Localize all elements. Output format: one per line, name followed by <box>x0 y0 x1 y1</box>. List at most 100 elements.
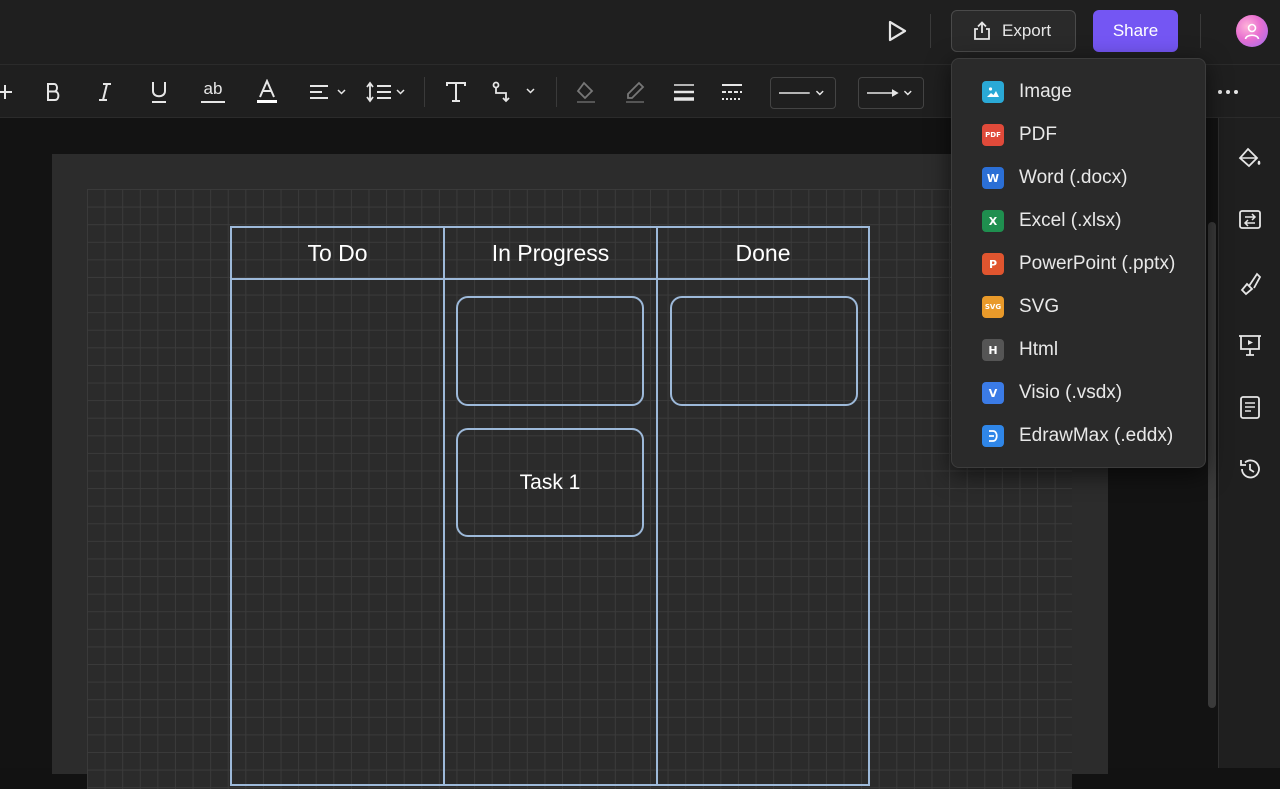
presentation-panel-button[interactable] <box>1235 330 1265 360</box>
paint-bucket-icon <box>1238 147 1261 168</box>
history-icon <box>1240 459 1260 479</box>
powerpoint-icon: P <box>982 253 1004 275</box>
brush-icon <box>1240 272 1262 296</box>
arrange-panel-button[interactable] <box>1235 206 1265 236</box>
menu-item-label: Word (.docx) <box>1019 167 1128 188</box>
add-button[interactable] <box>0 75 16 109</box>
paint-bucket-icon <box>576 81 595 103</box>
export-option-word[interactable]: W Word (.docx) <box>952 157 1207 199</box>
dash-style-icon <box>722 84 742 100</box>
column-title: Done <box>735 239 791 266</box>
divider <box>1200 14 1201 48</box>
line-spacing-icon <box>366 81 405 103</box>
italic-icon <box>99 83 111 101</box>
presentation-icon <box>1239 335 1261 356</box>
menu-item-label: Excel (.xlsx) <box>1019 210 1122 231</box>
export-menu: Image PDF PDF W Word (.docx) X Excel (.x… <box>951 58 1206 468</box>
page-properties-button[interactable] <box>1235 392 1265 422</box>
export-option-edrawmax[interactable]: EdrawMax (.eddx) <box>952 415 1207 457</box>
html-icon: H <box>982 339 1004 361</box>
menu-item-label: Html <box>1019 339 1059 360</box>
kanban-board[interactable]: To Do In Progress Done Task 1 <box>230 226 870 786</box>
export-option-excel[interactable]: X Excel (.xlsx) <box>952 200 1207 242</box>
menu-item-label: Visio (.vsdx) <box>1019 382 1123 403</box>
task-card[interactable] <box>456 296 644 406</box>
divider <box>424 77 425 107</box>
vertical-scrollbar[interactable] <box>1208 222 1216 708</box>
top-bar: Export Share <box>0 0 1280 64</box>
divider <box>556 77 557 107</box>
text-tool-button[interactable] <box>442 75 470 109</box>
text-align-dropdown[interactable] <box>306 75 350 109</box>
fill-color-button[interactable] <box>572 75 600 109</box>
column-title: In Progress <box>491 239 610 266</box>
underline-icon <box>152 82 166 103</box>
font-color-button[interactable] <box>253 75 281 109</box>
share-button-label: Share <box>1112 21 1159 40</box>
excel-icon: X <box>982 210 1004 232</box>
column-title: To Do <box>307 239 368 266</box>
user-icon <box>1244 23 1260 40</box>
export-option-visio[interactable]: V Visio (.vsdx) <box>952 372 1207 414</box>
export-icon <box>974 21 990 40</box>
image-icon <box>982 81 1004 103</box>
column-header-done[interactable]: Done <box>658 228 868 280</box>
task-card[interactable] <box>670 296 858 406</box>
more-icon <box>1218 90 1238 94</box>
underline-button[interactable] <box>146 75 172 109</box>
export-option-powerpoint[interactable]: P PowerPoint (.pptx) <box>952 243 1207 285</box>
line-weight-button[interactable] <box>670 75 698 109</box>
arrange-icon <box>1239 210 1261 229</box>
column-header-todo[interactable]: To Do <box>232 228 443 280</box>
export-button[interactable]: Export <box>951 10 1076 52</box>
text-tool-icon <box>446 82 466 102</box>
menu-item-label: PDF <box>1019 124 1057 145</box>
export-option-html[interactable]: H Html <box>952 329 1207 371</box>
arrow-style-dropdown[interactable] <box>858 77 924 109</box>
task-card-text: Task 1 <box>519 470 581 494</box>
connector-icon <box>492 81 535 103</box>
svg-icon: SVG <box>982 296 1004 318</box>
avatar[interactable] <box>1236 15 1268 47</box>
strikethrough-label: ab <box>203 79 223 98</box>
line-style-dropdown[interactable] <box>770 77 836 109</box>
edrawmax-icon <box>982 425 1004 447</box>
more-options-button[interactable] <box>1214 75 1242 109</box>
menu-item-label: SVG <box>1019 296 1060 317</box>
strikethrough-button[interactable]: ab <box>199 75 227 109</box>
line-color-button[interactable] <box>621 75 649 109</box>
right-panel-rail <box>1218 118 1280 768</box>
present-play-button[interactable] <box>880 14 914 48</box>
export-option-svg[interactable]: SVG SVG <box>952 286 1207 328</box>
line-style-icon <box>779 90 824 96</box>
export-option-pdf[interactable]: PDF PDF <box>952 114 1207 156</box>
share-button[interactable]: Share <box>1093 10 1178 52</box>
bold-button[interactable] <box>40 75 66 109</box>
style-panel-button[interactable] <box>1235 268 1265 298</box>
dash-style-button[interactable] <box>718 75 746 109</box>
font-color-icon <box>257 79 277 103</box>
line-weight-icon <box>674 84 694 101</box>
italic-button[interactable] <box>92 75 118 109</box>
bold-icon <box>47 83 60 101</box>
strikethrough-line <box>201 101 225 103</box>
play-icon <box>888 20 907 42</box>
column-divider <box>656 228 658 784</box>
pdf-icon: PDF <box>982 124 1004 146</box>
plus-icon <box>0 85 12 99</box>
visio-icon: V <box>982 382 1004 404</box>
fill-panel-button[interactable] <box>1235 144 1265 174</box>
history-panel-button[interactable] <box>1235 454 1265 484</box>
divider <box>930 14 931 48</box>
menu-item-label: PowerPoint (.pptx) <box>1019 253 1176 274</box>
arrow-style-icon <box>867 89 912 97</box>
document-list-icon <box>1240 396 1260 419</box>
export-button-label: Export <box>1002 21 1052 40</box>
line-spacing-dropdown[interactable] <box>364 75 410 109</box>
export-option-image[interactable]: Image <box>952 71 1207 113</box>
connector-dropdown[interactable] <box>490 75 540 109</box>
column-divider <box>443 228 445 784</box>
task-card[interactable]: Task 1 <box>456 428 644 537</box>
pen-icon <box>626 81 645 103</box>
column-header-in-progress[interactable]: In Progress <box>445 228 656 280</box>
